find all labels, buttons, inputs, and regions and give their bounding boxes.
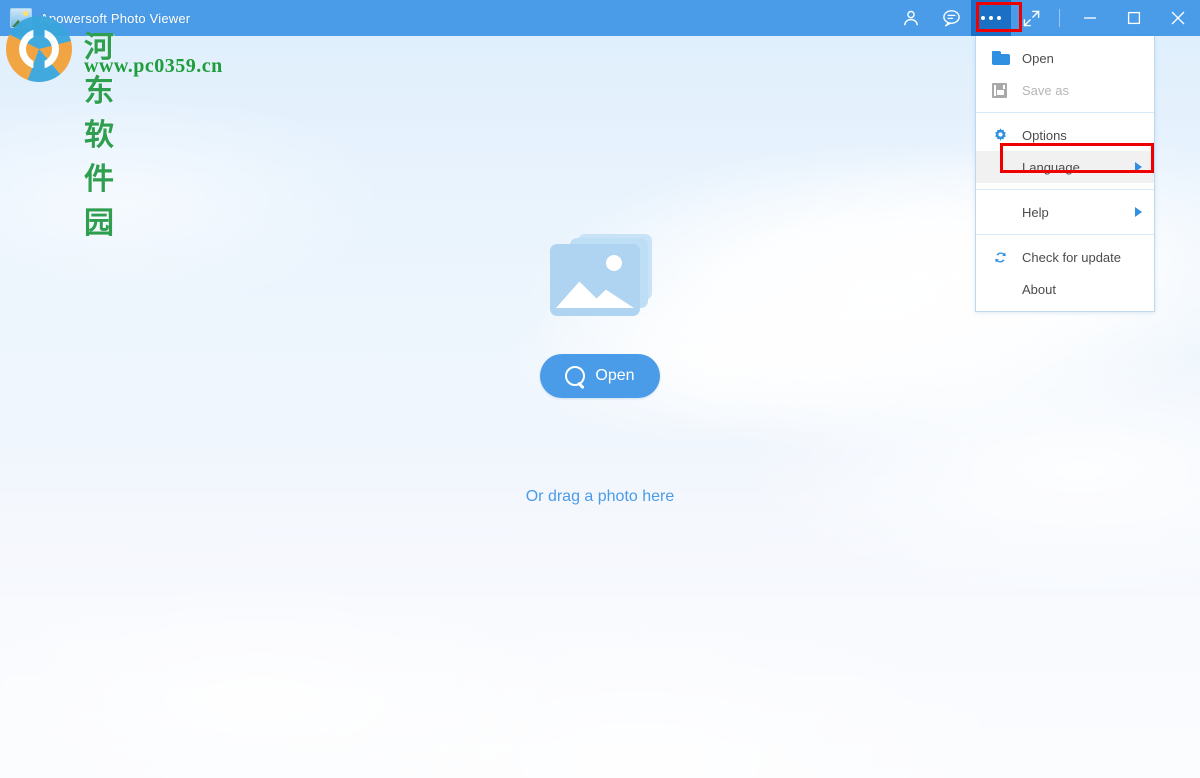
more-menu-dropdown: Open Save as Options Language Help Check…: [975, 36, 1155, 312]
menu-group-settings: Options Language: [976, 112, 1154, 189]
photo-viewer-window: Open Or drag a photo here Apowersoft Pho…: [0, 0, 1200, 778]
chevron-right-icon: [1135, 207, 1142, 217]
menu-item-help-label: Help: [1022, 204, 1049, 220]
menu-item-about[interactable]: About: [976, 273, 1154, 305]
magnifier-icon: [565, 366, 586, 386]
floppy-disk-icon: [992, 81, 1012, 99]
more-menu-button[interactable]: [971, 0, 1011, 36]
menu-item-language[interactable]: Language: [976, 151, 1154, 183]
titlebar-actions: [891, 0, 1200, 36]
menu-group-help: Help: [976, 189, 1154, 234]
minimize-button[interactable]: [1068, 0, 1112, 36]
menu-item-options-label: Options: [1022, 127, 1067, 143]
menu-group-file: Open Save as: [976, 36, 1154, 112]
drag-hint-text: Or drag a photo here: [525, 488, 675, 505]
open-button[interactable]: Open: [540, 354, 660, 398]
refresh-icon: [992, 248, 1012, 266]
photo-sheet-front: [550, 244, 640, 316]
stacked-photos-icon: [544, 232, 656, 318]
menu-item-open[interactable]: Open: [976, 42, 1154, 74]
close-button[interactable]: [1156, 0, 1200, 36]
account-icon[interactable]: [891, 0, 931, 36]
menu-group-about: Check for update About: [976, 234, 1154, 311]
photo-app-icon: [10, 8, 32, 28]
sun-shape: [606, 255, 622, 271]
menu-item-language-label: Language: [1022, 159, 1080, 175]
window-title: Apowersoft Photo Viewer: [40, 10, 191, 26]
folder-icon: [992, 49, 1012, 67]
maximize-button[interactable]: [1112, 0, 1156, 36]
menu-item-help[interactable]: Help: [976, 196, 1154, 228]
menu-item-open-label: Open: [1022, 50, 1054, 66]
menu-item-check-for-update-label: Check for update: [1022, 249, 1122, 265]
open-button-label: Open: [595, 367, 635, 384]
three-dots-icon: [981, 16, 1001, 20]
menu-item-about-label: About: [1022, 281, 1056, 297]
menu-item-options[interactable]: Options: [976, 119, 1154, 151]
chevron-right-icon: [1135, 162, 1142, 172]
fullscreen-icon[interactable]: [1011, 0, 1051, 36]
menu-item-check-for-update[interactable]: Check for update: [976, 241, 1154, 273]
menu-item-save-as-label: Save as: [1022, 82, 1069, 98]
feedback-icon[interactable]: [931, 0, 971, 36]
mountain-shape: [556, 281, 634, 308]
title-bar: Apowersoft Photo Viewer: [0, 0, 1200, 36]
menu-item-save-as[interactable]: Save as: [976, 74, 1154, 106]
titlebar-divider: [1059, 9, 1060, 27]
gear-icon: [992, 126, 1012, 144]
